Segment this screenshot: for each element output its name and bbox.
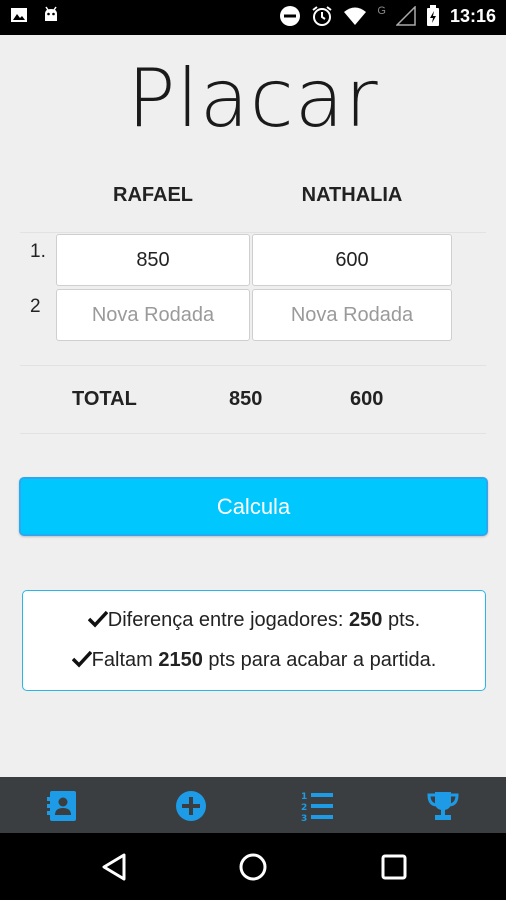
player-1-total: 850	[229, 388, 263, 410]
info-box: Diferença entre jogadores: 250 pts. Falt…	[22, 590, 486, 691]
status-bar: G 13:16	[0, 0, 506, 35]
remaining-info: Faltam 2150 pts para acabar a partida.	[23, 649, 485, 672]
signal-icon	[395, 6, 416, 26]
svg-text:2: 2	[301, 803, 307, 813]
round-1-player-1-input[interactable]: 850	[56, 234, 250, 286]
row-divider	[20, 365, 486, 366]
do-not-disturb-icon	[280, 6, 301, 26]
difference-info: Diferença entre jogadores: 250 pts.	[23, 609, 485, 632]
wifi-icon	[344, 7, 367, 25]
bottom-tab-bar: 1 2 3	[0, 777, 506, 833]
network-type-label: G	[377, 5, 386, 17]
android-notification-icon	[45, 6, 57, 21]
status-time: 13:16	[449, 5, 496, 26]
player-1-name: RAFAEL	[113, 184, 193, 206]
svg-text:3: 3	[301, 814, 307, 822]
row-divider	[20, 232, 486, 233]
remaining-value: 2150	[158, 649, 203, 671]
round-1-player-2-input[interactable]: 600	[252, 234, 452, 286]
difference-value: 250	[349, 609, 383, 631]
difference-prefix: Diferença entre jogadores:	[107, 609, 350, 631]
remaining-suffix: pts para acabar a partida.	[202, 649, 437, 671]
alarm-icon	[312, 6, 332, 26]
row-divider	[20, 433, 486, 434]
add-icon[interactable]	[175, 790, 207, 822]
difference-suffix: pts.	[382, 609, 421, 631]
remaining-prefix: Faltam	[91, 649, 159, 671]
contacts-icon[interactable]	[47, 790, 79, 822]
trophy-icon[interactable]	[427, 790, 459, 822]
page-title: Placar	[127, 52, 379, 145]
total-label: TOTAL	[72, 388, 137, 410]
image-notification-icon	[11, 8, 27, 22]
navigation-bar	[0, 833, 506, 900]
check-icon	[71, 650, 92, 668]
recent-apps-icon[interactable]	[378, 851, 410, 883]
back-icon[interactable]	[98, 851, 130, 883]
check-icon	[87, 610, 108, 628]
round-number: 2	[30, 296, 41, 317]
new-round-player-2-input[interactable]: Nova Rodada	[252, 289, 452, 341]
player-2-name: NATHALIA	[301, 184, 403, 206]
svg-text:1: 1	[301, 792, 307, 802]
home-icon[interactable]	[237, 851, 269, 883]
player-2-total: 600	[350, 388, 384, 410]
ranked-list-icon[interactable]: 1 2 3	[301, 790, 333, 822]
calculate-button[interactable]: Calcula	[19, 477, 488, 536]
round-number: 1.	[30, 241, 46, 262]
battery-icon	[426, 5, 439, 26]
new-round-player-1-input[interactable]: Nova Rodada	[56, 289, 250, 341]
